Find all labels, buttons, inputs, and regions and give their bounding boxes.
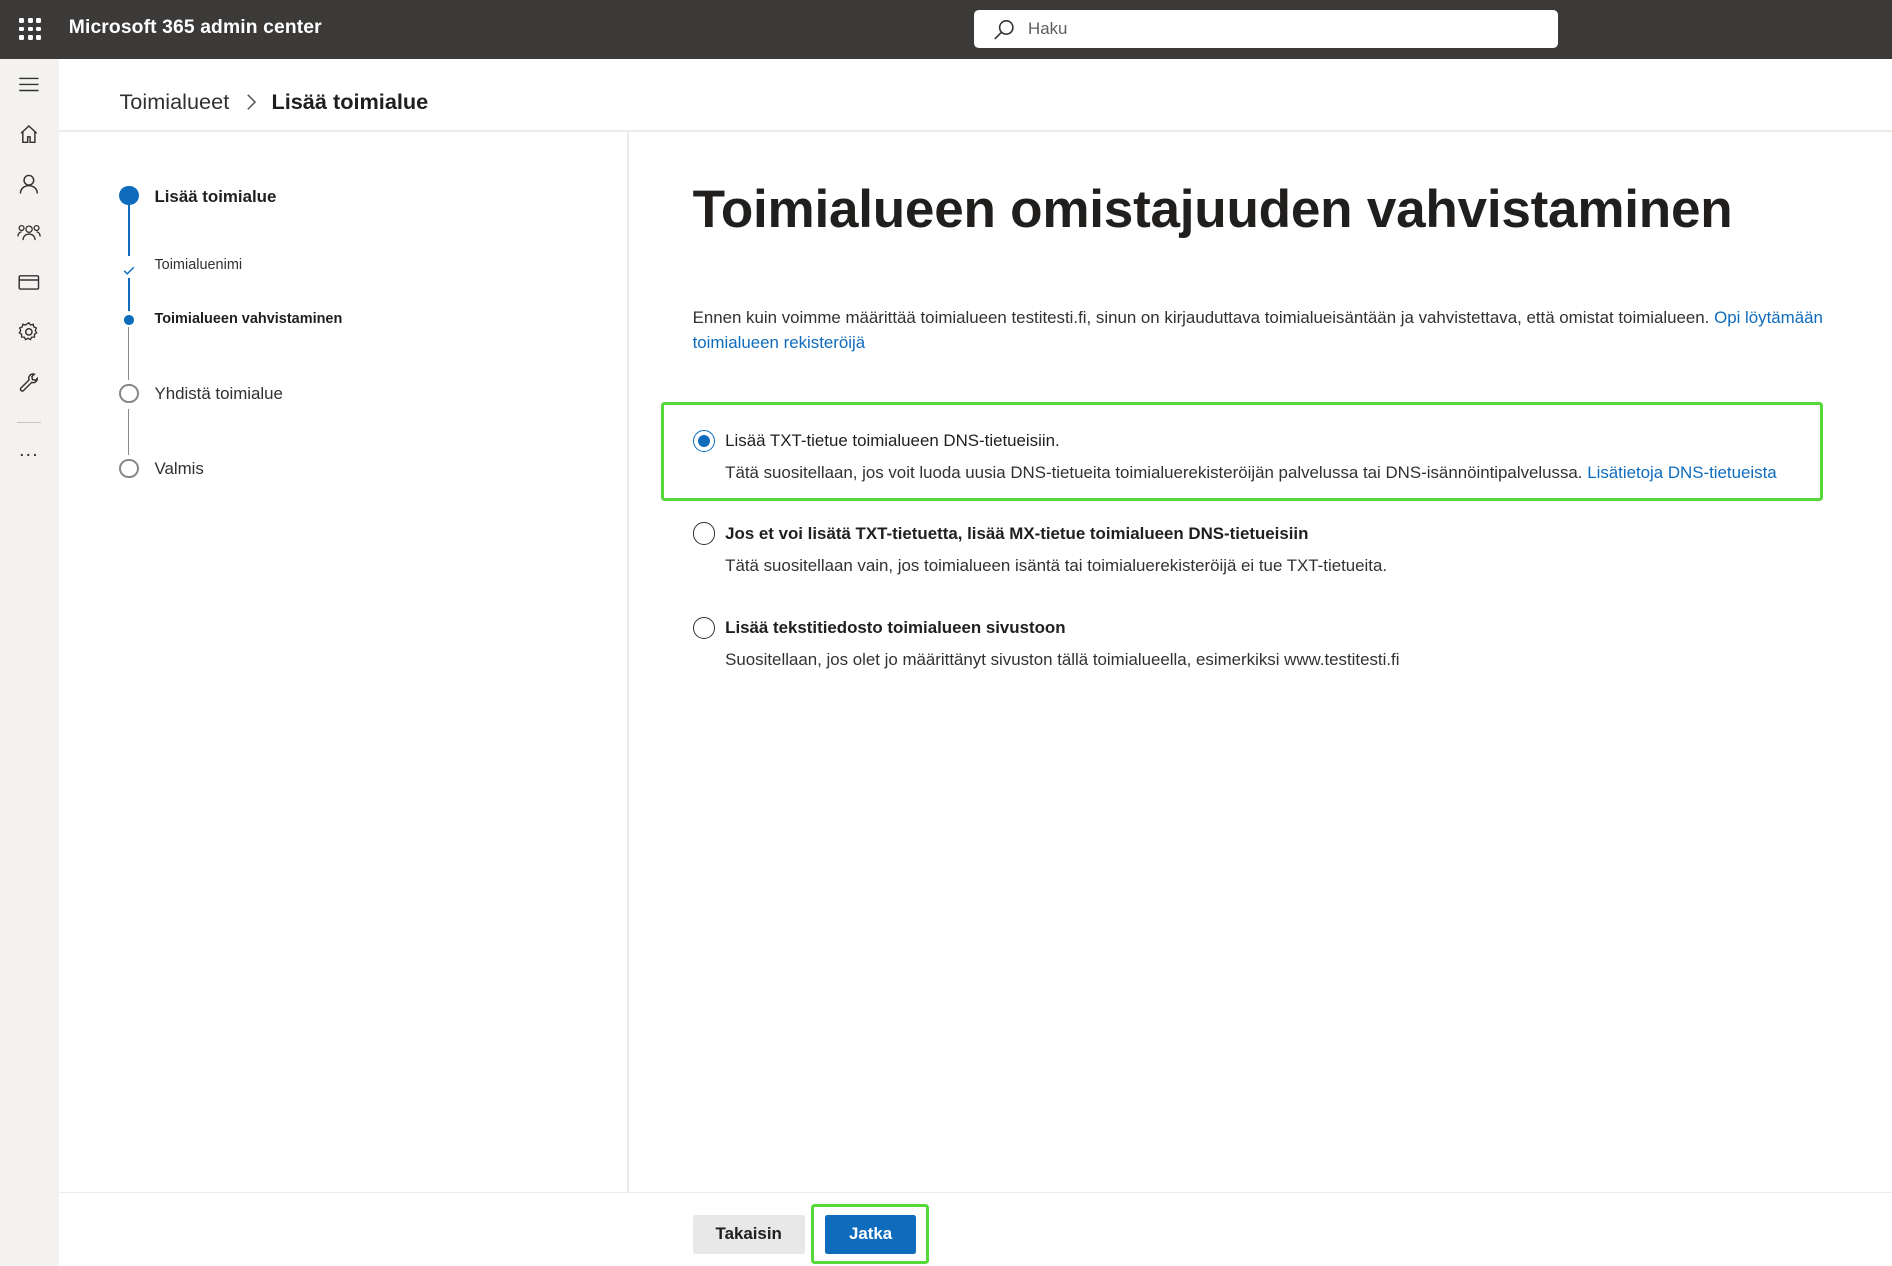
back-button[interactable]: Takaisin	[692, 1215, 805, 1254]
panel-divider	[627, 131, 629, 1194]
menu-icon[interactable]	[16, 71, 43, 98]
step-current-indicator	[119, 185, 139, 206]
option-txt-record[interactable]: Lisää TXT-tietue toimialueen DNS-tietuei…	[692, 429, 1827, 488]
search-icon	[994, 20, 1014, 40]
stepper-line	[127, 205, 131, 256]
more-icon[interactable]: ...	[16, 438, 43, 465]
home-icon[interactable]	[16, 121, 43, 148]
step-label-verify-domain: Toimialueen vahvistaminen	[154, 311, 343, 328]
checkmark-icon	[123, 259, 135, 281]
step-pending-indicator	[119, 383, 140, 404]
substep-current-indicator	[124, 314, 134, 325]
step-label-connect-domain: Yhdistä toimialue	[154, 383, 283, 403]
settings-icon[interactable]	[16, 319, 43, 346]
search-input[interactable]	[1028, 16, 1535, 41]
continue-button[interactable]: Jatka	[825, 1215, 916, 1254]
option-description-text: Tätä suositellaan, jos voit luoda uusia …	[725, 463, 1583, 483]
app-title[interactable]: Microsoft 365 admin center	[69, 17, 322, 39]
top-bar: Microsoft 365 admin center	[0, 0, 1892, 60]
left-nav-rail: ...	[0, 59, 60, 1266]
chevron-right-icon	[246, 93, 257, 111]
app-launcher-icon[interactable]	[19, 18, 41, 40]
search-box[interactable]	[973, 9, 1558, 49]
option-mx-record[interactable]: Jos et voi lisätä TXT-tietuetta, lisää M…	[692, 522, 1827, 580]
radio-text-file[interactable]	[692, 616, 716, 640]
billing-icon[interactable]	[16, 269, 43, 296]
step-label-done: Valmis	[154, 458, 204, 478]
intro-paragraph: Ennen kuin voimme määrittää toimialueen …	[693, 306, 1875, 354]
user-icon[interactable]	[16, 170, 43, 197]
option-description: Tätä suositellaan vain, jos toimialueen …	[725, 556, 1388, 576]
step-pending-indicator	[119, 458, 140, 479]
stepper-line	[127, 409, 130, 455]
stepper-line	[127, 326, 130, 381]
radio-txt-record[interactable]	[692, 429, 716, 453]
breadcrumb: Toimialueet Lisää toimialue	[119, 89, 428, 115]
step-label-domain-name: Toimialuenimi	[154, 257, 243, 273]
footer-divider	[59, 1192, 1892, 1194]
option-title: Lisää TXT-tietue toimialueen DNS-tietuei…	[725, 430, 1060, 450]
option-description: Suositellaan, jos olet jo määrittänyt si…	[725, 650, 1400, 670]
setup-icon[interactable]	[16, 370, 43, 397]
page-title: Toimialueen omistajuuden vahvistaminen	[692, 179, 1733, 239]
rail-divider	[16, 422, 42, 424]
stepper-line	[127, 277, 131, 312]
groups-icon[interactable]	[16, 220, 43, 247]
breadcrumb-current: Lisää toimialue	[271, 89, 429, 115]
step-label-add-domain: Lisää toimialue	[154, 187, 277, 207]
radio-mx-record[interactable]	[692, 522, 716, 545]
option-text-file[interactable]: Lisää tekstitiedosto toimialueen sivusto…	[692, 616, 1827, 675]
breadcrumb-parent[interactable]: Toimialueet	[119, 89, 229, 115]
header-divider	[59, 130, 1892, 132]
option-title: Lisää tekstitiedosto toimialueen sivusto…	[725, 617, 1066, 637]
option-description: Tätä suositellaan, jos voit luoda uusia …	[725, 463, 1777, 483]
intro-text: Ennen kuin voimme määrittää toimialueen …	[692, 308, 1710, 328]
dns-records-info-link[interactable]: Lisätietoja DNS-tietueista	[1587, 463, 1776, 482]
option-title: Jos et voi lisätä TXT-tietuetta, lisää M…	[725, 523, 1309, 543]
